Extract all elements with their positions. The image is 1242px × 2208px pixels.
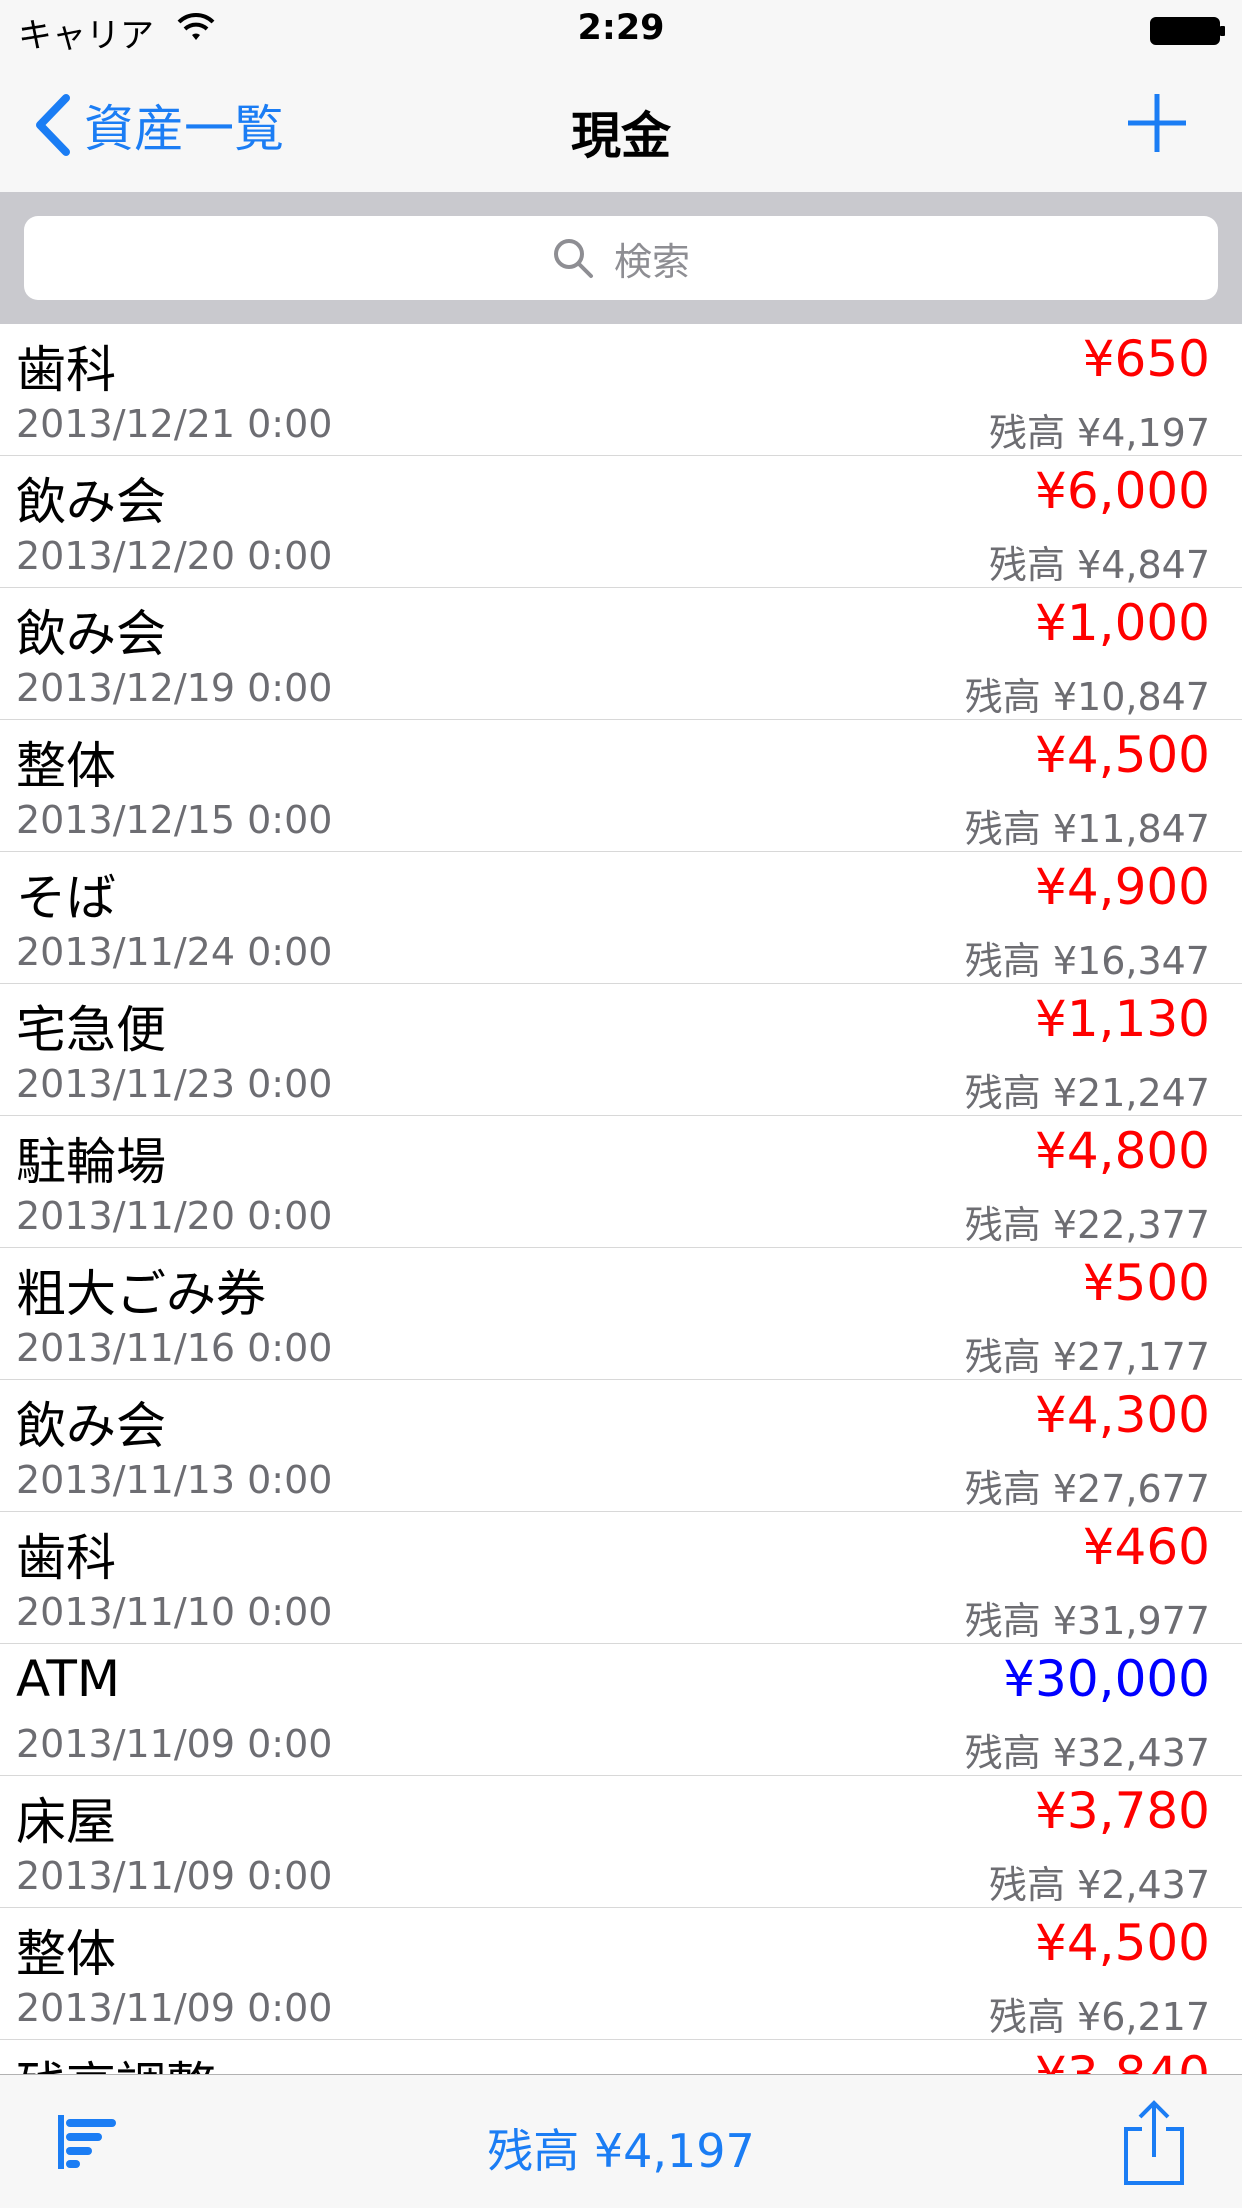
transaction-title: そば <box>16 869 116 927</box>
transaction-balance: 残高 ¥22,377 <box>964 1203 1210 1247</box>
transaction-balance: 残高 ¥27,177 <box>964 1335 1210 1379</box>
transaction-row[interactable]: 歯科 ¥460 2013/11/10 0:00 残高 ¥31,977 <box>0 1512 1242 1644</box>
transaction-date: 2013/12/15 0:00 <box>16 798 333 842</box>
page-title: 現金 <box>571 107 671 165</box>
transaction-title: 歯科 <box>16 1529 116 1587</box>
navigation-bar: 資産一覧 現金 <box>0 60 1242 192</box>
transaction-title: 粗大ごみ券 <box>16 1265 266 1323</box>
transaction-amount: ¥4,500 <box>1035 726 1210 784</box>
transaction-title: ATM <box>16 1650 121 1708</box>
transaction-row[interactable]: 整体 ¥4,500 2013/12/15 0:00 残高 ¥11,847 <box>0 720 1242 852</box>
transaction-row[interactable]: ATM ¥30,000 2013/11/09 0:00 残高 ¥32,437 <box>0 1644 1242 1776</box>
transaction-row[interactable]: 床屋 ¥3,780 2013/11/09 0:00 残高 ¥2,437 <box>0 1776 1242 1908</box>
bottom-toolbar: 残高 ¥4,197 <box>0 2074 1242 2208</box>
transaction-balance: 残高 ¥32,437 <box>964 1731 1210 1775</box>
transaction-amount: ¥4,900 <box>1035 858 1210 916</box>
transaction-title: 飲み会 <box>16 473 166 531</box>
transaction-amount: ¥4,300 <box>1035 1386 1210 1444</box>
transaction-date: 2013/11/16 0:00 <box>16 1326 333 1370</box>
status-bar: キャリア 2:29 <box>0 0 1242 60</box>
transaction-row[interactable]: 整体 ¥4,500 2013/11/09 0:00 残高 ¥6,217 <box>0 1908 1242 2040</box>
transaction-title: 飲み会 <box>16 1397 166 1455</box>
transaction-amount: ¥1,000 <box>1035 594 1210 652</box>
transaction-balance: 残高 ¥21,247 <box>964 1071 1210 1115</box>
transaction-amount: ¥460 <box>1082 1518 1210 1576</box>
transaction-date: 2013/11/09 0:00 <box>16 1854 333 1898</box>
transaction-amount: ¥4,500 <box>1035 1914 1210 1972</box>
transaction-balance: 残高 ¥10,847 <box>964 675 1210 719</box>
transaction-amount: ¥500 <box>1082 1254 1210 1312</box>
battery-icon <box>1150 17 1225 45</box>
transaction-date: 2013/11/09 0:00 <box>16 1722 333 1766</box>
transaction-title: 残高調整 <box>16 2046 216 2074</box>
transaction-row[interactable]: 粗大ごみ券 ¥500 2013/11/16 0:00 残高 ¥27,177 <box>0 1248 1242 1380</box>
transaction-balance: 残高 ¥16,347 <box>964 939 1210 983</box>
transaction-title: 宅急便 <box>16 1001 166 1059</box>
transaction-date: 2013/12/21 0:00 <box>16 402 333 446</box>
transaction-row[interactable]: 駐輪場 ¥4,800 2013/11/20 0:00 残高 ¥22,377 <box>0 1116 1242 1248</box>
transaction-date: 2013/11/09 0:00 <box>16 1986 333 2030</box>
transaction-balance: 残高 ¥6,217 <box>988 1995 1210 2039</box>
transaction-title: 飲み会 <box>16 605 166 663</box>
transaction-date: 2013/12/20 0:00 <box>16 534 333 578</box>
transaction-date: 2013/11/10 0:00 <box>16 1590 333 1634</box>
transaction-row[interactable]: 宅急便 ¥1,130 2013/11/23 0:00 残高 ¥21,247 <box>0 984 1242 1116</box>
search-bar: 検索 <box>0 192 1242 324</box>
transaction-amount: ¥3,840 <box>1035 2046 1210 2074</box>
toolbar-balance[interactable]: 残高 ¥4,197 <box>0 2115 1242 2181</box>
transaction-row[interactable]: 飲み会 ¥6,000 2013/12/20 0:00 残高 ¥4,847 <box>0 456 1242 588</box>
transaction-title: 整体 <box>16 1925 116 1983</box>
transaction-amount: ¥6,000 <box>1035 462 1210 520</box>
transaction-date: 2013/11/24 0:00 <box>16 930 333 974</box>
transaction-balance: 残高 ¥31,977 <box>964 1599 1210 1643</box>
transaction-row[interactable]: 飲み会 ¥4,300 2013/11/13 0:00 残高 ¥27,677 <box>0 1380 1242 1512</box>
status-time: 2:29 <box>577 8 665 48</box>
search-placeholder: 検索 <box>613 239 690 284</box>
transaction-title: 歯科 <box>16 341 116 399</box>
transaction-date: 2013/12/19 0:00 <box>16 666 333 710</box>
transaction-title: 整体 <box>16 737 116 795</box>
transaction-title: 床屋 <box>16 1793 116 1851</box>
transaction-date: 2013/11/23 0:00 <box>16 1062 333 1106</box>
transaction-amount: ¥30,000 <box>1003 1650 1210 1708</box>
search-icon <box>553 239 593 278</box>
transaction-balance: 残高 ¥4,197 <box>988 411 1210 455</box>
transaction-date: 2013/11/13 0:00 <box>16 1458 333 1502</box>
transaction-amount: ¥1,130 <box>1035 990 1210 1048</box>
transaction-date: 2013/11/20 0:00 <box>16 1194 333 1238</box>
transaction-balance: 残高 ¥11,847 <box>964 807 1210 851</box>
transaction-list[interactable]: 歯科 ¥650 2013/12/21 0:00 残高 ¥4,197 飲み会 ¥6,000 2… <box>0 324 1242 2074</box>
share-icon[interactable] <box>1122 2099 1186 2185</box>
transaction-row[interactable]: 歯科 ¥650 2013/12/21 0:00 残高 ¥4,197 <box>0 324 1242 456</box>
transaction-balance: 残高 ¥2,437 <box>988 1863 1210 1907</box>
transaction-row[interactable]: そば ¥4,900 2013/11/24 0:00 残高 ¥16,347 <box>0 852 1242 984</box>
transaction-amount: ¥650 <box>1082 330 1210 388</box>
transaction-title: 駐輪場 <box>16 1133 166 1191</box>
transaction-row[interactable]: 飲み会 ¥1,000 2013/12/19 0:00 残高 ¥10,847 <box>0 588 1242 720</box>
search-input[interactable]: 検索 <box>24 216 1218 300</box>
transaction-balance: 残高 ¥27,677 <box>964 1467 1210 1511</box>
transaction-balance: 残高 ¥4,847 <box>988 543 1210 587</box>
transaction-row[interactable]: 残高調整 ¥3,840 <box>0 2040 1242 2074</box>
plus-icon[interactable] <box>1124 90 1190 156</box>
transaction-amount: ¥4,800 <box>1035 1122 1210 1180</box>
transaction-amount: ¥3,780 <box>1035 1782 1210 1840</box>
